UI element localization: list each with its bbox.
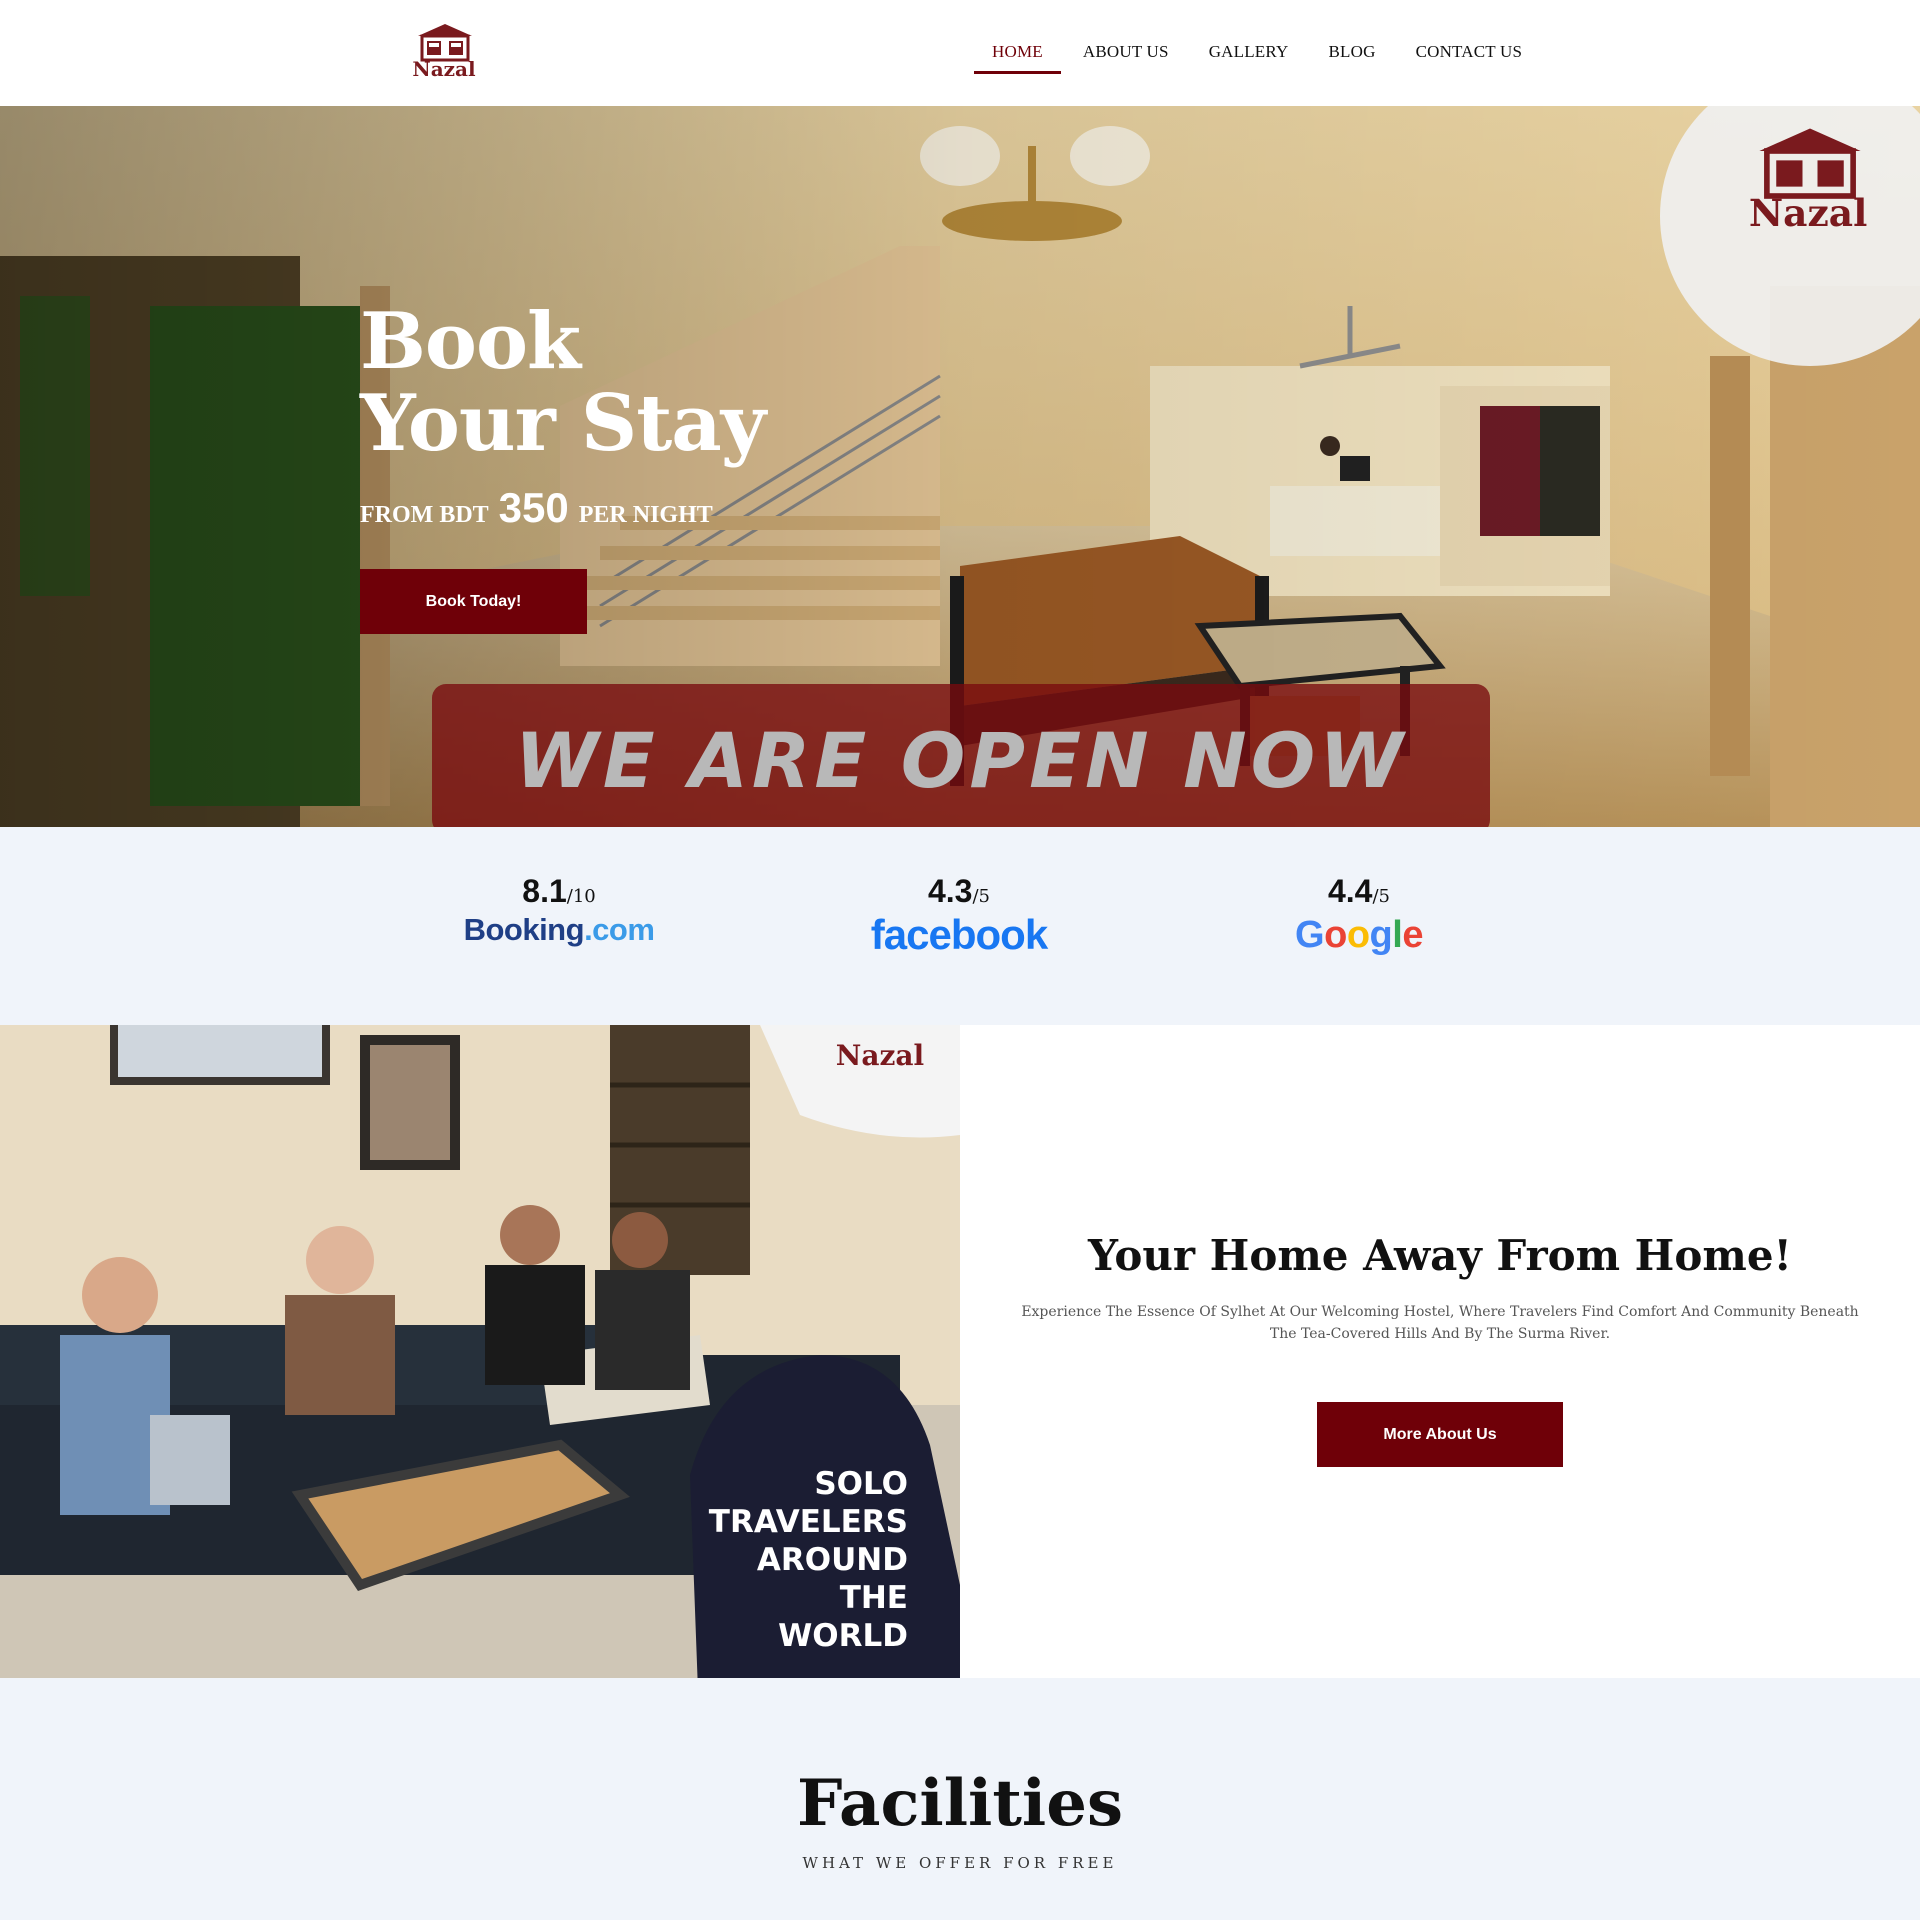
facilities-title: Facilities [797,1766,1123,1841]
booking-logo: Booking.com [463,912,655,947]
book-today-button[interactable]: Book Today! [360,569,587,634]
rating-score: 4.3/5 [927,873,990,909]
price-suffix: PER NIGHT [578,502,713,528]
solo-travelers-caption: SOLO TRAVELERS AROUND THE WORLD [708,1466,908,1654]
about-title: Your Home Away From Home! [1088,1231,1792,1280]
hero-section: Nazal WE ARE OPEN NOW Book Your Stay FRO… [0,106,1920,827]
hero-price: FROM BDT 350 PER NIGHT [360,484,713,532]
travelers-photo: Nazal SOLO TRAVELERS AROUND THE WORLD [0,1025,960,1678]
facilities-subtitle: WHAT WE OFFER FOR FREE [802,1854,1118,1872]
price-prefix: FROM BDT [360,502,489,528]
nav-home[interactable]: HOME [972,0,1063,106]
rating-score: 8.1/10 [522,873,596,909]
ratings-strip: 8.1/10 Booking.com 4.3/5 facebook 4.4/5 … [0,827,1920,1025]
rating-score: 4.4/5 [1327,873,1390,909]
about-section: Nazal SOLO TRAVELERS AROUND THE WORLD Your H… [0,1025,1920,1678]
rating-booking[interactable]: 8.1/10 Booking.com [429,873,689,948]
svg-text:Nazal: Nazal [412,57,476,81]
main-nav: HOME ABOUT US GALLERY BLOG CONTACT US [972,0,1542,106]
svg-text:Nazal: Nazal [1749,191,1867,235]
price-amount: 350 [498,484,569,531]
nazal-logo-icon[interactable]: Nazal [400,20,490,84]
nav-gallery[interactable]: GALLERY [1189,0,1309,106]
rating-facebook[interactable]: 4.3/5 facebook [829,873,1089,958]
svg-text:Nazal: Nazal [836,1039,924,1072]
facebook-logo: facebook [870,911,1048,958]
more-about-us-button[interactable]: More About Us [1317,1402,1563,1467]
facilities-section: Facilities WHAT WE OFFER FOR FREE [0,1678,1920,1920]
rating-google[interactable]: 4.4/5 Google [1229,873,1489,958]
site-header: Nazal HOME ABOUT US GALLERY BLOG CONTACT… [0,0,1920,106]
hero-title: Book Your Stay [360,296,766,469]
open-now-text: WE ARE OPEN NOW [514,716,1408,805]
nav-blog[interactable]: BLOG [1308,0,1395,106]
nav-contact-us[interactable]: CONTACT US [1396,0,1543,106]
about-description: Experience The Essence Of Sylhet At Our … [1021,1304,1859,1342]
google-logo: Google [1295,914,1423,956]
nav-about-us[interactable]: ABOUT US [1063,0,1189,106]
